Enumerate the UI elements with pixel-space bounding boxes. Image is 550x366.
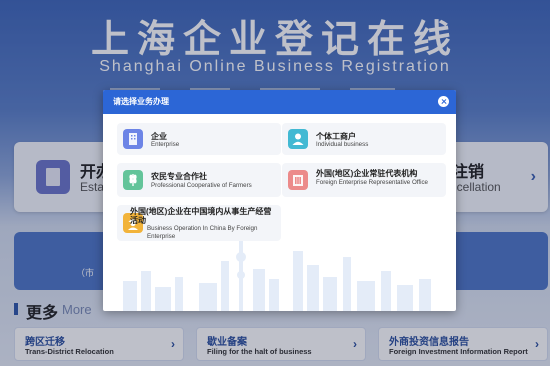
option-label-en: Professional Cooperative of Farmers bbox=[151, 182, 252, 189]
option-enterprise[interactable]: 企业 Enterprise bbox=[117, 123, 281, 155]
wheat-icon bbox=[123, 170, 143, 190]
option-label-en: Foreign Enterprise Representative Office bbox=[316, 179, 429, 186]
option-label-en: Enterprise bbox=[151, 141, 180, 148]
option-label: 外国(地区)企业常驻代表机构 bbox=[316, 169, 418, 178]
option-farmers-cooperative[interactable]: 农民专业合作社 Professional Cooperative of Farm… bbox=[117, 163, 281, 197]
office-icon bbox=[288, 170, 308, 190]
option-individual-business[interactable]: 个体工商户 Individual business bbox=[282, 123, 446, 155]
option-label-en: Business Operation In China By Foreign E… bbox=[147, 225, 258, 240]
close-button[interactable] bbox=[438, 96, 449, 107]
business-select-dialog: 请选择业务办理 企业 Enterprise 个体工商户 Individual b… bbox=[103, 90, 456, 311]
option-foreign-business-operation[interactable]: 外国(地区)企业在中国境内从事生产经营活动 Business Operation… bbox=[117, 205, 281, 241]
option-label: 农民专业合作社 bbox=[151, 172, 207, 181]
person-icon bbox=[288, 129, 308, 149]
option-foreign-representative-office[interactable]: 外国(地区)企业常驻代表机构 Foreign Enterprise Repres… bbox=[282, 163, 446, 197]
option-label-en: Individual business bbox=[316, 141, 369, 148]
dialog-header: 请选择业务办理 bbox=[103, 90, 456, 114]
building-icon bbox=[123, 129, 143, 149]
dialog-title: 请选择业务办理 bbox=[113, 97, 169, 106]
option-label: 外国(地区)企业在中国境内从事生产经营活动 bbox=[130, 207, 272, 225]
